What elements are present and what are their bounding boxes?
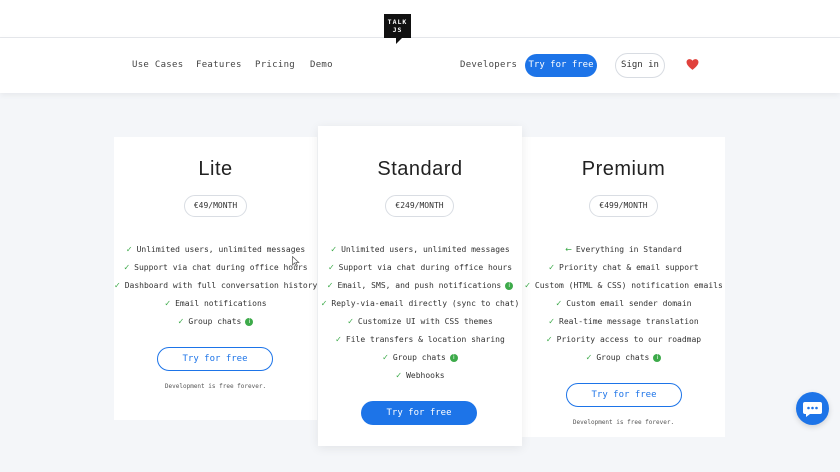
feature-item: ✓ Group chats i xyxy=(318,349,522,367)
plan-title-lite: Lite xyxy=(198,158,233,180)
nav-link-pricing[interactable]: Pricing xyxy=(255,38,295,93)
feature-item: ← Everything in Standard xyxy=(522,241,725,259)
feature-text: Webhooks xyxy=(406,371,445,380)
feature-item: ✓ Email, SMS, and push notifications i xyxy=(318,277,522,295)
feature-item: ✓ Reply-via-email directly (sync to chat) xyxy=(318,295,522,313)
feature-text: Custom email sender domain xyxy=(566,299,692,308)
feature-text: File transfers & location sharing xyxy=(345,335,505,344)
feature-text: Everything in Standard xyxy=(575,245,682,254)
feature-text: Real-time message translation xyxy=(559,317,699,326)
free-note-premium: Development is free forever. xyxy=(572,419,675,426)
top-strip xyxy=(0,0,840,38)
nav-link-demo[interactable]: Demo xyxy=(310,38,333,93)
feature-item: ✓ Priority chat & email support xyxy=(522,259,725,277)
info-icon[interactable]: i xyxy=(505,281,514,290)
feature-text: Unlimited users, unlimited messages xyxy=(341,245,510,254)
feature-item: ✓ Custom email sender domain xyxy=(522,295,725,313)
price-premium: €499/MONTH xyxy=(589,195,658,217)
nav-link-developers[interactable]: Developers xyxy=(460,38,517,93)
heart-icon[interactable] xyxy=(686,58,699,71)
logo-line-1: TALK xyxy=(387,18,408,26)
arrow-left-icon: ← xyxy=(565,245,572,254)
check-icon: ✓ xyxy=(125,245,133,254)
check-icon: ✓ xyxy=(347,317,354,326)
feature-item: ✓ Group chats i xyxy=(522,349,725,367)
check-icon: ✓ xyxy=(382,353,389,362)
features-standard: ✓ Unlimited users, unlimited messages ✓ Sup… xyxy=(318,241,522,385)
check-icon: ✓ xyxy=(164,299,172,308)
feature-text: Group chats xyxy=(596,353,650,362)
features-premium: ← Everything in Standard ✓ Priority chat & … xyxy=(522,241,725,367)
nav-try-free-button[interactable]: Try for free xyxy=(525,54,597,77)
feature-text: Customize UI with CSS themes xyxy=(357,317,493,326)
plan-card-standard: Standard €249/MONTH ✓ Unlimited users, un… xyxy=(318,126,522,446)
check-icon: ✓ xyxy=(548,263,555,272)
check-icon: ✓ xyxy=(177,317,185,326)
features-lite: ✓ Unlimited users, unlimited messages ✓ Sup… xyxy=(114,241,317,331)
try-free-button-standard[interactable]: Try for free xyxy=(361,401,477,425)
try-free-button-lite[interactable]: Try for free xyxy=(157,347,273,371)
feature-text: Group chats xyxy=(392,353,446,362)
feature-item: ✓ Priority access to our roadmap xyxy=(522,331,725,349)
check-icon: ✓ xyxy=(548,317,555,326)
top-navbar: Use Cases Features Pricing Demo Develope… xyxy=(0,38,840,93)
feature-item: ✓ Webhooks xyxy=(318,367,522,385)
feature-text: Custom (HTML & CSS) notification emails xyxy=(534,281,723,290)
logo-tail xyxy=(396,38,402,44)
check-icon: ✓ xyxy=(335,335,342,344)
check-icon: ✓ xyxy=(545,335,553,344)
check-icon: ✓ xyxy=(123,263,131,272)
feature-item: ✓ Unlimited users, unlimited messages xyxy=(318,241,522,259)
feature-text: Support via chat during office hours xyxy=(134,263,308,272)
check-icon: ✓ xyxy=(114,281,121,290)
feature-text: Email notifications xyxy=(175,299,267,308)
feature-item: ✓ Support via chat during office hours xyxy=(318,259,522,277)
plan-title-premium: Premium xyxy=(581,158,666,180)
plan-card-premium: Premium €499/MONTH ← Everything in Standa… xyxy=(522,137,725,437)
nav-link-use-cases[interactable]: Use Cases xyxy=(132,38,183,93)
feature-item: ✓ Customize UI with CSS themes xyxy=(318,313,522,331)
feature-text: Dashboard with full conversation history xyxy=(124,281,318,290)
feature-item: ✓ Email notifications xyxy=(114,295,317,313)
try-free-button-premium[interactable]: Try for free xyxy=(566,383,682,407)
feature-text: Unlimited users, unlimited messages xyxy=(136,245,306,254)
check-icon: ✓ xyxy=(330,245,338,254)
price-standard: €249/MONTH xyxy=(385,195,454,217)
feature-text: Group chats xyxy=(188,317,242,326)
feature-item: ✓ Group chats i xyxy=(114,313,317,331)
free-note-lite: Development is free forever. xyxy=(164,383,267,390)
price-lite: €49/MONTH xyxy=(184,195,247,217)
plan-card-lite: Lite €49/MONTH ✓ Unlimited users, unlimit… xyxy=(114,137,317,420)
info-icon[interactable]: i xyxy=(653,353,662,362)
feature-text: Priority access to our roadmap xyxy=(556,335,702,344)
feature-item: ✓ Support via chat during office hours xyxy=(114,259,317,277)
feature-text: Email, SMS, and push notifications xyxy=(337,281,502,290)
check-icon: ✓ xyxy=(327,263,335,272)
feature-text: Support via chat during office hours xyxy=(338,263,513,272)
chat-bubble-icon xyxy=(803,402,822,417)
info-icon[interactable]: i xyxy=(245,317,254,326)
check-icon: ✓ xyxy=(320,299,328,308)
logo-line-2: JS xyxy=(392,26,403,34)
check-icon: ✓ xyxy=(555,299,563,308)
talkjs-logo[interactable]: TALK JS xyxy=(384,14,411,38)
feature-item: ✓ Unlimited users, unlimited messages xyxy=(114,241,317,259)
check-icon: ✓ xyxy=(326,281,334,290)
feature-item: ✓ Dashboard with full conversation histor… xyxy=(114,277,317,295)
sign-in-button[interactable]: Sign in xyxy=(615,53,665,78)
feature-item: ✓ Custom (HTML & CSS) notification emails xyxy=(522,277,725,295)
feature-text: Priority chat & email support xyxy=(559,263,699,272)
mouse-cursor-icon xyxy=(292,256,300,267)
check-icon: ✓ xyxy=(585,353,593,362)
feature-text: Reply-via-email directly (sync to chat) xyxy=(331,299,520,308)
feature-item: ✓ Real-time message translation xyxy=(522,313,725,331)
nav-link-features[interactable]: Features xyxy=(196,38,242,93)
chat-widget-button[interactable] xyxy=(796,392,829,425)
check-icon: ✓ xyxy=(524,281,531,290)
feature-item: ✓ File transfers & location sharing xyxy=(318,331,522,349)
check-icon: ✓ xyxy=(395,371,403,380)
plan-title-standard: Standard xyxy=(377,158,463,180)
info-icon[interactable]: i xyxy=(449,353,458,362)
